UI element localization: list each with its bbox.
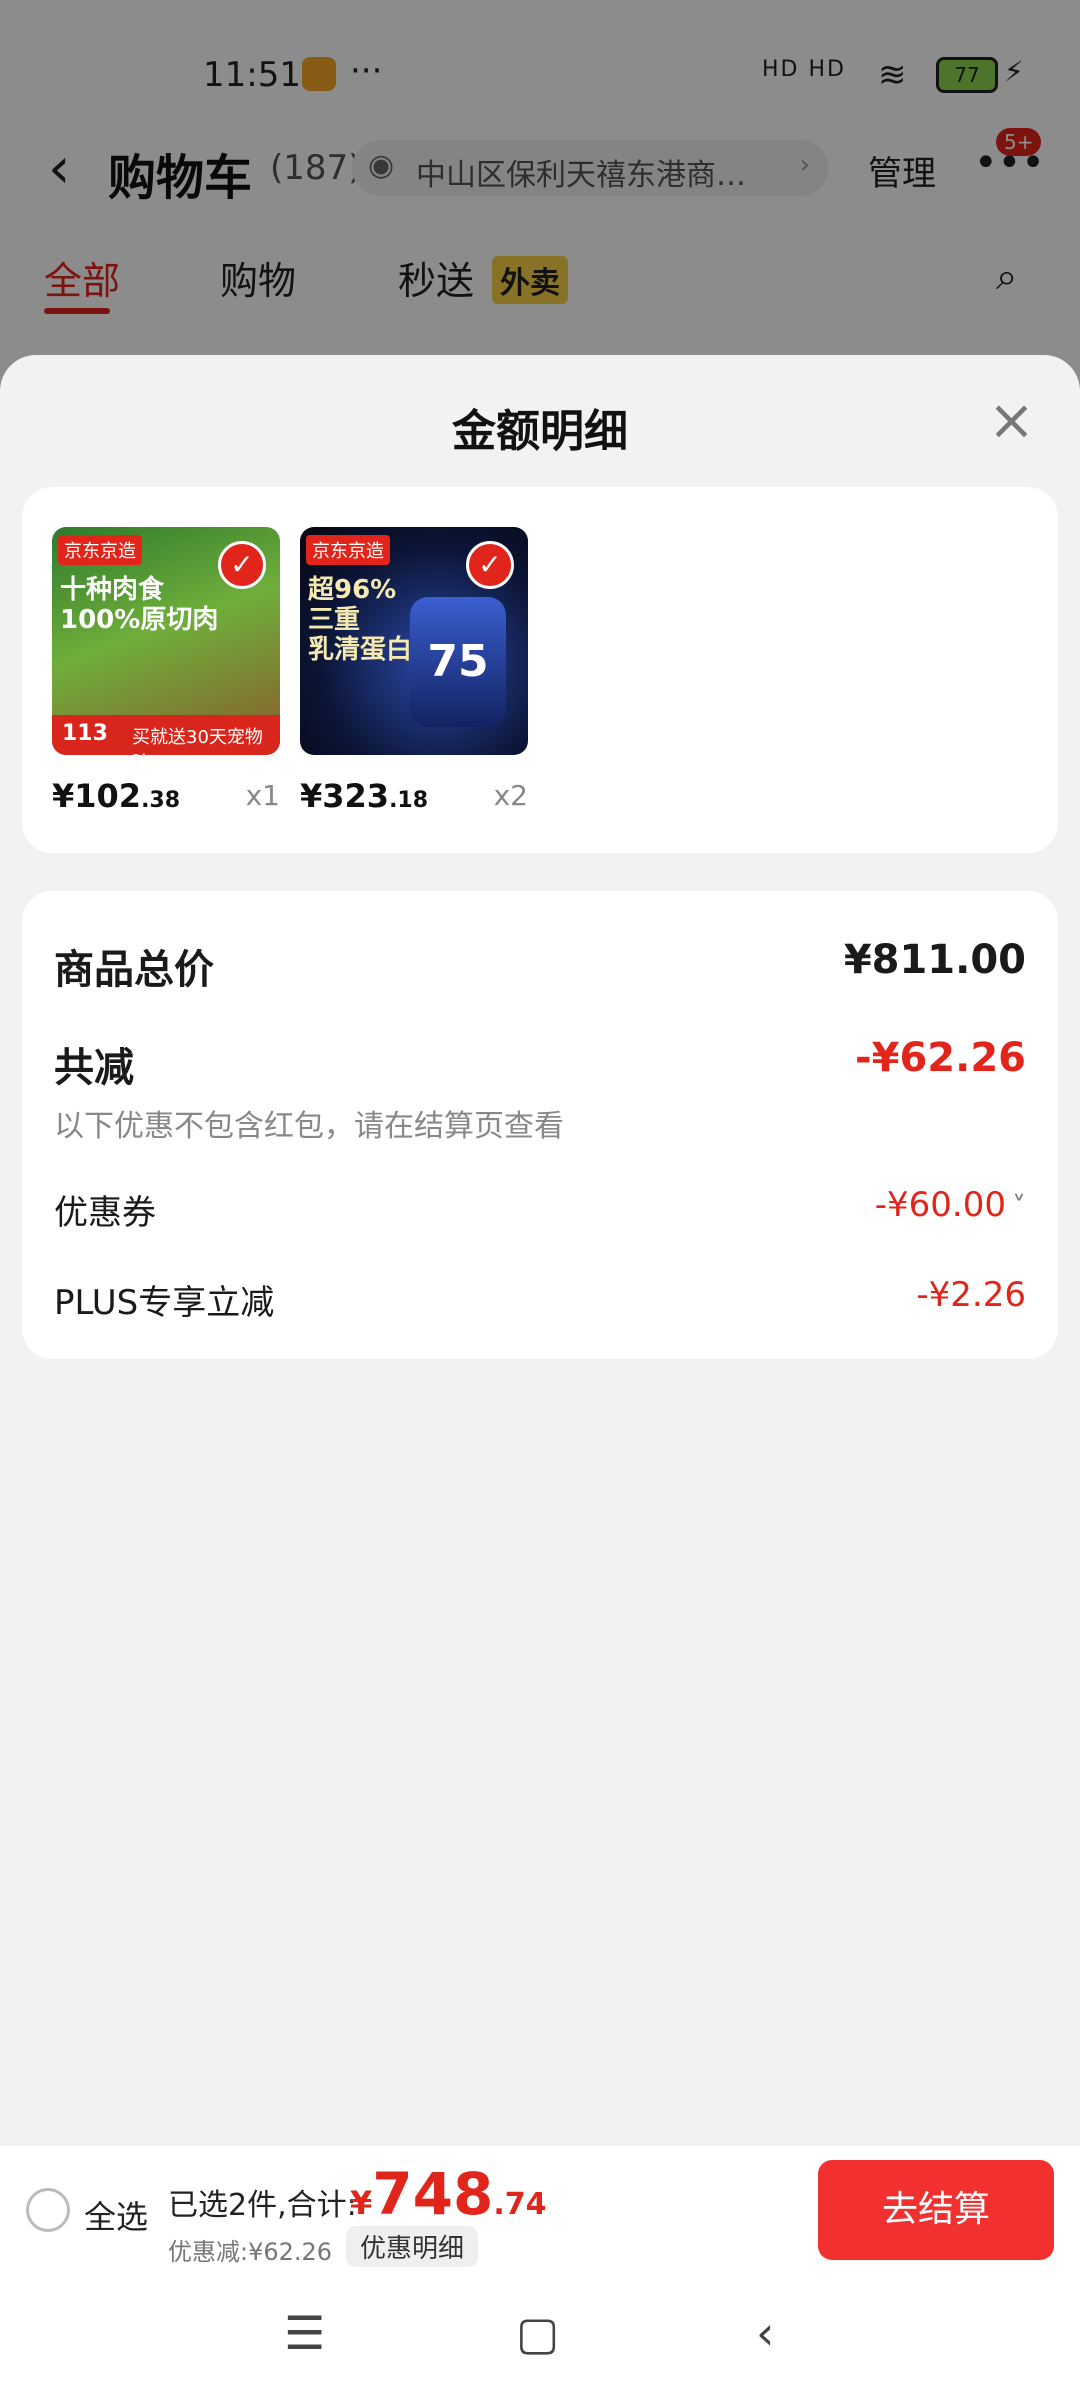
product-price: ¥102.38 — [52, 777, 181, 815]
product-headline: 超96% 三重 乳清蛋白 — [308, 575, 413, 665]
modal-overlay[interactable] — [0, 0, 1080, 400]
selected-count: 已选2件,合计: — [168, 2188, 357, 2223]
promo-number: 113 — [62, 721, 108, 746]
brand-tag: 京东京造 — [306, 535, 390, 565]
product-quantity: x1 — [245, 779, 280, 812]
system-nav-bar: ☰ ▢ ‹ — [0, 2276, 1080, 2400]
plus-discount-value: -¥2.26 — [916, 1275, 1026, 1315]
checkout-bar: 全选 已选2件,合计: ¥748.74 优惠减:¥62.26 优惠明细 去结算 — [0, 2146, 1080, 2276]
product-image: 京东京造 超96% 三重 乳清蛋白 75 ✓ — [300, 527, 528, 755]
selected-products-card: 京东京造 十种肉食 100%原切肉 113 买就送30天宠物险 ✓ ¥102.3… — [22, 487, 1058, 853]
checkmark-icon: ✓ — [466, 541, 514, 589]
total-price-value: ¥811.00 — [843, 937, 1026, 983]
discount-amount: 优惠减:¥62.26 — [168, 2238, 333, 2266]
product-image: 京东京造 十种肉食 100%原切肉 113 买就送30天宠物险 ✓ — [52, 527, 280, 755]
select-all-radio[interactable] — [26, 2188, 70, 2232]
checkout-button[interactable]: 去结算 — [818, 2160, 1054, 2260]
product-quantity: x2 — [493, 779, 528, 812]
sheet-title: 金额明细 — [452, 406, 628, 457]
product-price: ¥323.18 — [300, 777, 429, 815]
chevron-down-icon[interactable]: ˅ — [1012, 1190, 1026, 1223]
total-price-label: 商品总价 — [54, 947, 214, 993]
coupon-label: 优惠券 — [54, 1193, 156, 1233]
discount-detail-button[interactable]: 优惠明细 — [346, 2226, 479, 2267]
price-summary-card: 商品总价 ¥811.00 共减 -¥62.26 以下优惠不包含红包，请在结算页查… — [22, 891, 1058, 1359]
total-reduce-label: 共减 — [54, 1045, 134, 1091]
amount-detail-sheet: 金额明细 × 京东京造 十种肉食 100%原切肉 113 买就送30天宠物险 ✓… — [0, 355, 1080, 2400]
product-tub: 75 — [410, 597, 506, 727]
promo-strip: 113 买就送30天宠物险 — [52, 715, 280, 755]
checkmark-icon: ✓ — [218, 541, 266, 589]
product-headline: 十种肉食 100%原切肉 — [60, 575, 219, 635]
total-reduce-value: -¥62.26 — [855, 1035, 1026, 1081]
coupon-value: -¥60.00 ˅ — [874, 1185, 1026, 1225]
sheet-header: 金额明细 × — [0, 355, 1080, 485]
promo-text: 买就送30天宠物险 — [132, 727, 263, 755]
total-amount: ¥748.74 — [350, 2160, 547, 2228]
brand-tag: 京东京造 — [58, 535, 142, 565]
discount-note: 以下优惠不包含红包，请在结算页查看 — [54, 1109, 564, 1144]
home-icon[interactable]: ▢ — [516, 2306, 559, 2360]
plus-discount-label: PLUS专享立减 — [54, 1283, 275, 1323]
select-all-label[interactable]: 全选 — [84, 2192, 148, 2238]
back-nav-icon[interactable]: ‹ — [756, 2306, 774, 2360]
menu-icon[interactable]: ☰ — [284, 2306, 325, 2360]
close-icon[interactable]: × — [988, 393, 1035, 449]
